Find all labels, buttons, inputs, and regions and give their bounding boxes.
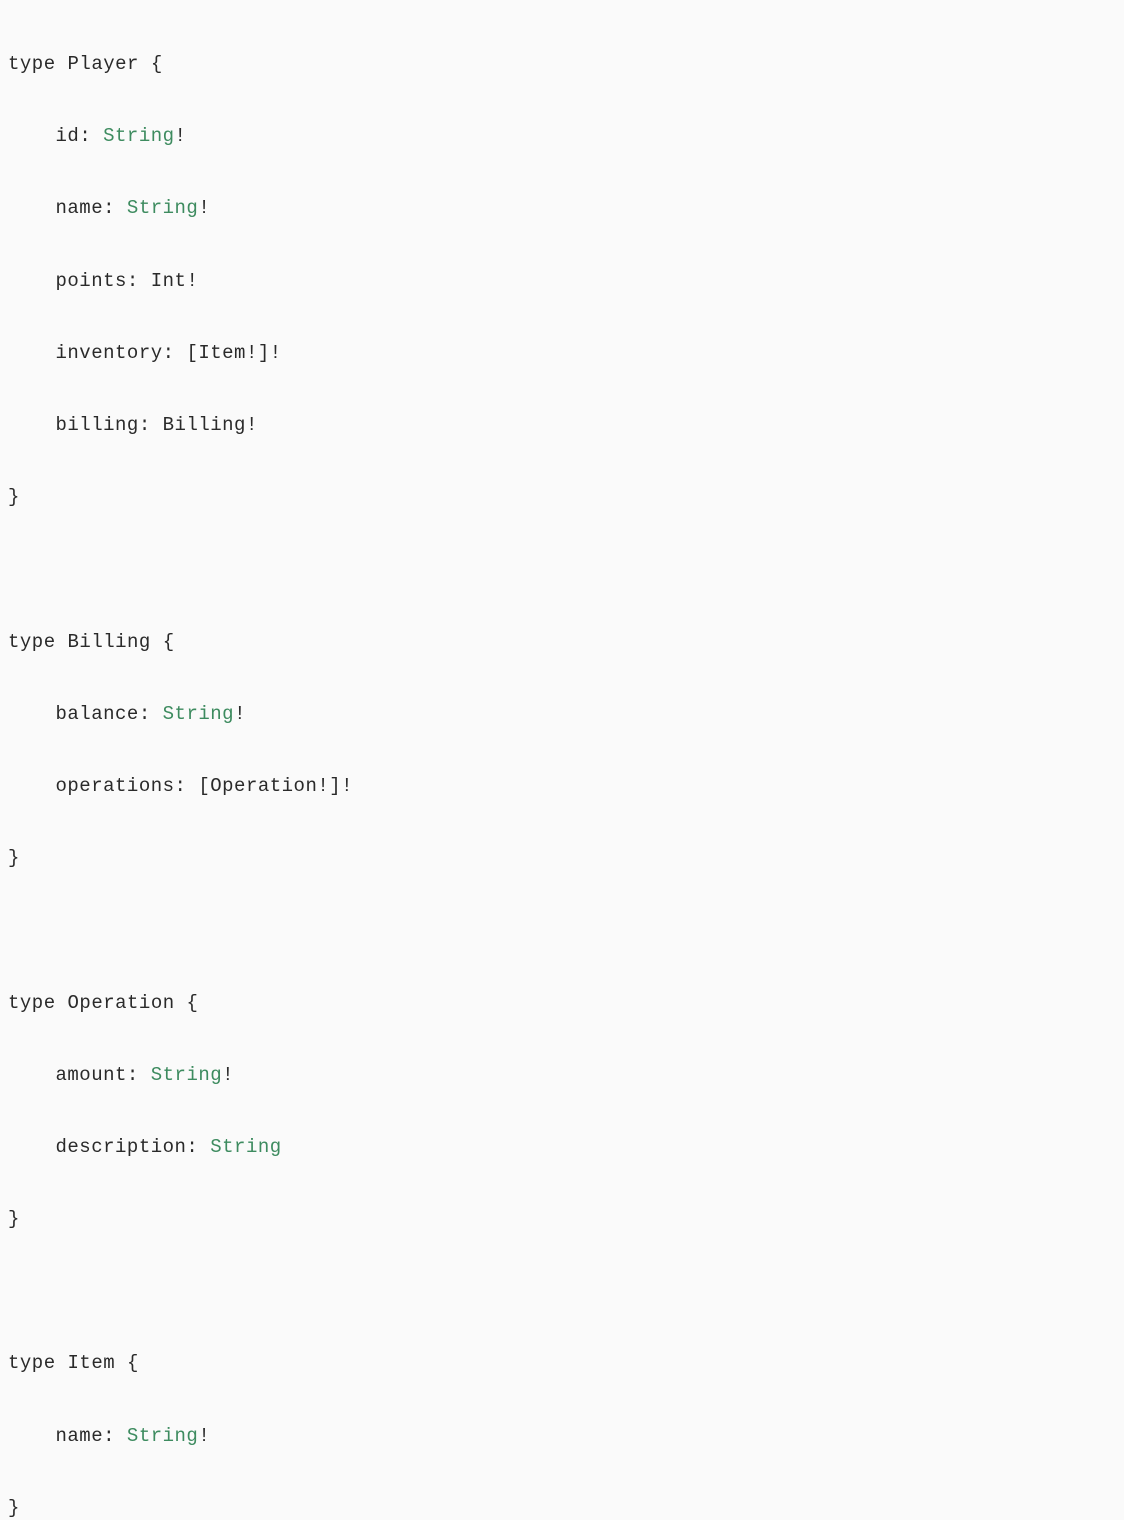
- keyword-type: type: [8, 1352, 56, 1374]
- field-name: billing: [56, 414, 139, 436]
- field-type: String: [151, 1064, 222, 1086]
- type-operation-close: }: [8, 1201, 1116, 1237]
- field-name: inventory: [56, 342, 163, 364]
- code-block: type Player { id: String! name: String! …: [8, 10, 1116, 1520]
- field-name: id: [56, 125, 80, 147]
- brace-close: }: [8, 486, 20, 508]
- nonnull: !: [234, 703, 246, 725]
- field-name: amount: [56, 1064, 127, 1086]
- field-billing-operations: operations: [Operation!]!: [8, 768, 1116, 804]
- type-player-open: type Player {: [8, 46, 1116, 82]
- field-name: points: [56, 270, 127, 292]
- brace-close: }: [8, 847, 20, 869]
- field-billing-balance: balance: String!: [8, 696, 1116, 732]
- type-item-close: }: [8, 1490, 1116, 1520]
- colon: :: [127, 1064, 139, 1086]
- nonnull: !: [186, 270, 198, 292]
- colon: :: [103, 197, 115, 219]
- field-type: Billing: [163, 414, 246, 436]
- field-type: String: [103, 125, 174, 147]
- type-name-operation: Operation: [68, 992, 175, 1014]
- type-name-billing: Billing: [68, 631, 151, 653]
- field-player-billing: billing: Billing!: [8, 407, 1116, 443]
- field-type: String: [163, 703, 234, 725]
- colon: :: [163, 342, 175, 364]
- field-type: String: [127, 1425, 198, 1447]
- type-name-player: Player: [68, 53, 139, 75]
- field-player-points: points: Int!: [8, 263, 1116, 299]
- colon: :: [175, 775, 187, 797]
- nonnull: !: [246, 414, 258, 436]
- colon: :: [186, 1136, 198, 1158]
- colon: :: [139, 703, 151, 725]
- brace-close: }: [8, 1497, 20, 1519]
- blank-line: [8, 1273, 1116, 1309]
- blank-line: [8, 551, 1116, 587]
- nonnull: !: [198, 1425, 210, 1447]
- nonnull: !: [222, 1064, 234, 1086]
- type-item-open: type Item {: [8, 1345, 1116, 1381]
- type-name-item: Item: [68, 1352, 116, 1374]
- type-billing-open: type Billing {: [8, 624, 1116, 660]
- colon: :: [127, 270, 139, 292]
- type-billing-close: }: [8, 840, 1116, 876]
- field-player-name: name: String!: [8, 190, 1116, 226]
- field-type: String: [127, 197, 198, 219]
- type-player-close: }: [8, 479, 1116, 515]
- field-type: [Operation!]: [198, 775, 341, 797]
- brace-open: {: [127, 1352, 139, 1374]
- brace-open: {: [151, 53, 163, 75]
- blank-line: [8, 912, 1116, 948]
- brace-close: }: [8, 1208, 20, 1230]
- colon: :: [139, 414, 151, 436]
- colon: :: [103, 1425, 115, 1447]
- field-type: [Item!]: [186, 342, 269, 364]
- field-player-id: id: String!: [8, 118, 1116, 154]
- field-player-inventory: inventory: [Item!]!: [8, 335, 1116, 371]
- nonnull: !: [198, 197, 210, 219]
- nonnull: !: [175, 125, 187, 147]
- field-name: description: [56, 1136, 187, 1158]
- field-name: operations: [56, 775, 175, 797]
- colon: :: [79, 125, 91, 147]
- brace-open: {: [163, 631, 175, 653]
- field-name: balance: [56, 703, 139, 725]
- field-type: Int: [151, 270, 187, 292]
- field-operation-description: description: String: [8, 1129, 1116, 1165]
- field-operation-amount: amount: String!: [8, 1057, 1116, 1093]
- field-item-name: name: String!: [8, 1418, 1116, 1454]
- field-type: String: [210, 1136, 281, 1158]
- brace-open: {: [187, 992, 199, 1014]
- nonnull: !: [341, 775, 353, 797]
- field-name: name: [56, 1425, 104, 1447]
- type-operation-open: type Operation {: [8, 985, 1116, 1021]
- keyword-type: type: [8, 53, 56, 75]
- nonnull: !: [270, 342, 282, 364]
- field-name: name: [56, 197, 104, 219]
- keyword-type: type: [8, 631, 56, 653]
- keyword-type: type: [8, 992, 56, 1014]
